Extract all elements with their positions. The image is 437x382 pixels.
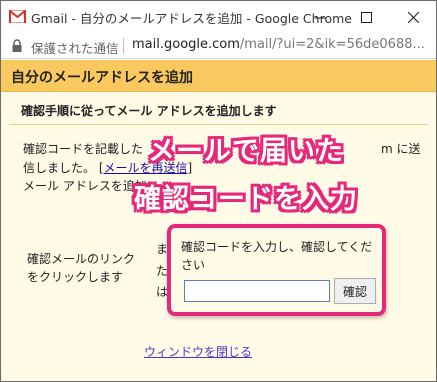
callout-line-2: 確認コードを入力 xyxy=(134,184,358,215)
secure-label: 保護された通信 xyxy=(31,41,119,56)
click-link-label: 確認メールのリンク をクリックします xyxy=(27,250,135,286)
maximize-button[interactable] xyxy=(343,1,389,33)
para-line-3: メール アドレスを追加 xyxy=(23,179,147,193)
click-link-label-line-2: をクリックします xyxy=(27,270,124,284)
url-path: /mail/?ui=2&ik=56de0688... xyxy=(239,37,425,52)
lock-icon xyxy=(12,39,22,52)
browser-window: Gmail - 自分のメールアドレスを追加 - Google Chrome 保護… xyxy=(0,0,437,382)
address-separator xyxy=(123,38,124,54)
instruction-text: 確認手順に従ってメール アドレスを追加します xyxy=(21,104,277,118)
para-line-2-prefix: 信しました。 [ xyxy=(23,161,104,175)
instruction-row: 確認手順に従ってメール アドレスを追加します xyxy=(9,94,428,125)
callout-annotation: メールで届いた 確認コードを入力 xyxy=(134,129,406,221)
minimize-button[interactable] xyxy=(297,1,343,33)
close-window-link[interactable]: ウィンドウを閉じる xyxy=(144,343,252,360)
url-text[interactable]: mail.google.com/mail/?ui=2&ik=56de0688..… xyxy=(132,37,425,52)
minimize-icon xyxy=(314,17,326,18)
click-link-label-line-1: 確認メールのリンク xyxy=(27,252,136,266)
close-icon xyxy=(407,11,419,23)
maximize-icon xyxy=(360,11,372,23)
url-host: mail.google.com xyxy=(132,37,240,52)
page-title: 自分のメールアドレスを追加 xyxy=(11,70,193,86)
verification-code-input[interactable] xyxy=(184,280,330,302)
title-bar: Gmail - 自分のメールアドレスを追加 - Google Chrome xyxy=(1,1,436,33)
page-header: 自分のメールアドレスを追加 xyxy=(1,60,436,92)
gmail-icon xyxy=(9,10,26,23)
close-button[interactable] xyxy=(390,1,436,33)
address-bar[interactable]: 保護された通信 mail.google.com/mail/?ui=2&ik=56… xyxy=(1,33,436,59)
verify-button[interactable]: 確認 xyxy=(334,278,376,304)
verify-code-panel: 確認コードを入力し、確認してください 確認 xyxy=(167,224,386,316)
callout-line-1: メールで届いた xyxy=(148,136,344,167)
para-line-1: 確認コードを記載した xyxy=(23,142,144,156)
verify-prompt: 確認コードを入力し、確認してください xyxy=(181,240,373,272)
